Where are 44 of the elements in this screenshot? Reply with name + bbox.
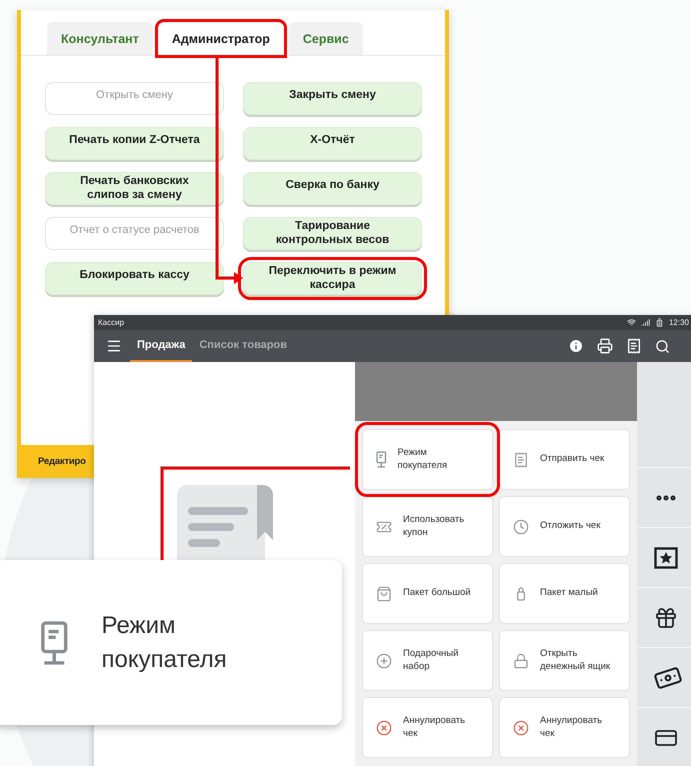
tab[interactable]: Список товаров bbox=[192, 330, 294, 362]
side-tile[interactable] bbox=[637, 362, 691, 467]
action-tile[interactable]: Аннулировать чек bbox=[499, 697, 630, 758]
plus-icon bbox=[376, 652, 392, 668]
lock-icon bbox=[513, 652, 529, 668]
zoom-label: Режим покупателя bbox=[102, 610, 227, 674]
cancel-icon bbox=[513, 720, 529, 736]
side-tile[interactable] bbox=[637, 588, 691, 647]
bag-icon bbox=[376, 586, 392, 602]
action-tile[interactable]: Использовать купон bbox=[362, 496, 493, 557]
action-tile[interactable]: Открыть денежный ящик bbox=[499, 630, 630, 691]
action-button[interactable]: Блокировать кассу bbox=[45, 262, 224, 295]
wifi-icon bbox=[626, 318, 636, 327]
action-tile[interactable]: Отложить чек bbox=[499, 496, 630, 557]
action-button[interactable]: Закрыть смену bbox=[243, 82, 422, 115]
action-tile[interactable]: Аннулировать чек bbox=[362, 697, 493, 758]
cancel-icon bbox=[376, 720, 392, 736]
signal-icon bbox=[640, 318, 650, 327]
clock-icon bbox=[513, 518, 529, 534]
side-tile[interactable] bbox=[637, 528, 691, 587]
action-button[interactable]: Сверка по банку bbox=[243, 172, 422, 205]
side-tile[interactable] bbox=[637, 648, 691, 707]
action-button[interactable]: Печать банковских слипов за смену bbox=[45, 172, 224, 205]
action-tile[interactable]: Пакет большой bbox=[362, 563, 493, 624]
action-tile[interactable]: Пакет малый bbox=[499, 563, 630, 624]
action-button[interactable]: Тарирование контрольных весов bbox=[243, 217, 422, 250]
tab[interactable]: Консультант bbox=[47, 22, 153, 55]
kiosk-icon bbox=[40, 620, 69, 666]
side-tile[interactable] bbox=[637, 708, 691, 766]
receipt-icon bbox=[513, 452, 529, 468]
battery-icon bbox=[654, 318, 664, 327]
action-button[interactable]: Печать копии Z-Отчета bbox=[45, 127, 224, 160]
action-tile[interactable]: Подарочный набор bbox=[362, 630, 493, 691]
side-tile[interactable] bbox=[637, 468, 691, 527]
tab[interactable]: Сервис bbox=[288, 22, 363, 55]
kiosk-icon bbox=[376, 451, 387, 468]
app-title: Кассир bbox=[98, 318, 124, 327]
action-tile[interactable]: Отправить чек bbox=[499, 429, 630, 490]
clock-time: 12:30 bbox=[668, 318, 689, 327]
footer-label[interactable]: Редактиро bbox=[38, 456, 86, 467]
tab[interactable]: Продажа bbox=[130, 330, 192, 362]
action-button[interactable]: X-Отчёт bbox=[243, 127, 422, 160]
gift-icon[interactable] bbox=[654, 606, 678, 630]
star-card-icon[interactable] bbox=[654, 546, 678, 568]
